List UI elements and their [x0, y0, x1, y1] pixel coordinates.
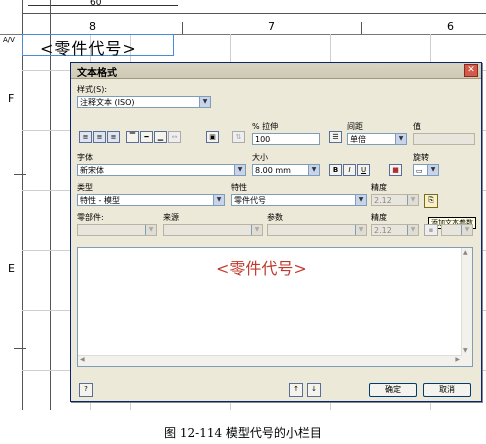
- chevron-down-icon: ▼: [461, 225, 472, 235]
- value-label: 值: [413, 122, 421, 131]
- extra-select[interactable]: ▼: [441, 224, 473, 236]
- frame-inner-line: [50, 0, 51, 410]
- chevron-down-icon: ▼: [355, 225, 366, 235]
- stack-button[interactable]: ⇅: [232, 131, 245, 143]
- chevron-down-icon: ▼: [308, 165, 319, 175]
- chevron-down-icon: ▼: [395, 134, 406, 144]
- column-number-6: 6: [447, 20, 454, 33]
- spacing-icon[interactable]: ☰: [329, 131, 342, 143]
- dimension-value: 60: [90, 0, 102, 8]
- left-marker: A/V: [3, 36, 15, 44]
- align-right-button[interactable]: ≡: [107, 131, 120, 143]
- chevron-down-icon: ▼: [213, 195, 224, 205]
- rotation-label: 旋转: [413, 153, 429, 162]
- text-content[interactable]: <零件代号>: [216, 255, 307, 279]
- chevron-down-icon: ▼: [145, 225, 156, 235]
- move-down-button[interactable]: ↓: [307, 383, 321, 397]
- chevron-down-icon: ▼: [251, 225, 262, 235]
- font-label: 字体: [77, 153, 93, 162]
- precision-select[interactable]: 2.12 ▼: [371, 194, 419, 206]
- scroll-up-icon[interactable]: ▲: [463, 249, 468, 256]
- row-tick: [14, 348, 26, 349]
- horizontal-scrollbar[interactable]: ◀ ▶: [78, 355, 462, 366]
- row-letter-f: F: [8, 92, 15, 105]
- column-number-7: 7: [268, 20, 275, 33]
- ruler-divider: [22, 13, 486, 14]
- size-label: 大小: [252, 153, 268, 162]
- figure-caption: 图 12-114 模型代号的小栏目: [164, 426, 322, 440]
- property-label: 特性: [231, 183, 247, 192]
- fit-box-button[interactable]: ▣: [206, 131, 219, 143]
- bold-button[interactable]: B: [329, 164, 342, 176]
- property-value: 零件代号: [234, 196, 266, 205]
- align-left-button[interactable]: ≡: [79, 131, 92, 143]
- dialog-title: 文本格式: [77, 68, 117, 79]
- type-label: 类型: [77, 183, 93, 192]
- size-value: 8.00 mm: [255, 166, 291, 175]
- vertical-scrollbar[interactable]: ▲ ▼: [461, 248, 472, 366]
- precision-value: 2.12: [374, 196, 392, 205]
- chevron-down-icon: ▼: [407, 225, 418, 235]
- stretch-input[interactable]: 100: [252, 133, 320, 145]
- chevron-down-icon: ▼: [407, 195, 418, 205]
- valign-top-button[interactable]: ▔: [126, 131, 139, 143]
- drawing-text-part-number[interactable]: <零件代号>: [40, 35, 137, 59]
- style-label: 样式(S):: [77, 85, 108, 94]
- precision2-label: 精度: [371, 213, 387, 222]
- color-icon[interactable]: ■: [389, 164, 402, 176]
- font-value: 新宋体: [80, 166, 104, 175]
- chevron-down-icon: ▼: [199, 97, 210, 107]
- spacing-value: 单倍: [350, 135, 366, 144]
- font-select[interactable]: 新宋体 ▼: [77, 164, 246, 176]
- size-select[interactable]: 8.00 mm ▼: [252, 164, 320, 176]
- align-center-button[interactable]: ≡: [93, 131, 106, 143]
- ruler-tick: [182, 22, 183, 34]
- value-input[interactable]: [413, 133, 475, 145]
- style-select[interactable]: 注释文本 (ISO) ▼: [77, 96, 211, 108]
- spacing-label: 间距: [347, 122, 363, 131]
- param-label: 参数: [267, 213, 283, 222]
- chevron-down-icon: ▼: [355, 195, 366, 205]
- part-select[interactable]: ▼: [77, 224, 157, 236]
- row-letter-e: E: [8, 262, 15, 275]
- close-icon[interactable]: ✕: [464, 64, 478, 77]
- underline-button[interactable]: U: [357, 164, 370, 176]
- text-edit-area[interactable]: <零件代号> ▲ ▼ ◀ ▶: [77, 247, 473, 367]
- column-number-8: 8: [89, 20, 96, 33]
- rotation-icon: ▭: [416, 167, 423, 175]
- type-select[interactable]: 特性 - 模型 ▼: [77, 194, 225, 206]
- source-select[interactable]: ▼: [163, 224, 263, 236]
- move-up-button[interactable]: ↑: [289, 383, 303, 397]
- add-text-parameter-button[interactable]: ⎘: [424, 194, 438, 208]
- cancel-button[interactable]: 取消: [423, 383, 471, 397]
- precision-label: 精度: [371, 183, 387, 192]
- dialog-titlebar[interactable]: 文本格式 ✕: [71, 63, 481, 79]
- valign-middle-button[interactable]: ━: [140, 131, 153, 143]
- fit-text-button[interactable]: ↔: [168, 131, 181, 143]
- row-tick: [14, 174, 26, 175]
- scroll-right-icon[interactable]: ▶: [455, 356, 460, 363]
- type-value: 特性 - 模型: [80, 196, 120, 205]
- ok-button[interactable]: 确定: [369, 383, 417, 397]
- text-format-dialog: 文本格式 ✕ 样式(S): 注释文本 (ISO) ▼ ≡ ≡ ≡ ▔ ━ ▁ ↔…: [70, 62, 482, 402]
- source-label: 来源: [163, 213, 179, 222]
- precision2-value: 2.12: [374, 226, 392, 235]
- help-button[interactable]: ?: [79, 383, 93, 397]
- style-value: 注释文本 (ISO): [80, 98, 135, 107]
- precision2-select[interactable]: 2.12 ▼: [371, 224, 419, 236]
- ruler-tick: [361, 22, 362, 34]
- part-label: 零部件:: [77, 213, 104, 222]
- valign-bottom-button[interactable]: ▁: [154, 131, 167, 143]
- italic-button[interactable]: I: [343, 164, 356, 176]
- scroll-down-icon[interactable]: ▼: [463, 347, 468, 354]
- property-select[interactable]: 零件代号 ▼: [231, 194, 367, 206]
- stretch-label: % 拉伸: [252, 122, 279, 131]
- part-parameter-button[interactable]: ▪: [424, 224, 438, 236]
- param-select[interactable]: ▼: [267, 224, 367, 236]
- rotation-select[interactable]: ▭ ▼: [413, 164, 439, 176]
- chevron-down-icon: ▼: [234, 165, 245, 175]
- chevron-down-icon: ▼: [427, 165, 438, 175]
- spacing-select[interactable]: 单倍 ▼: [347, 133, 407, 145]
- scroll-left-icon[interactable]: ◀: [80, 356, 85, 363]
